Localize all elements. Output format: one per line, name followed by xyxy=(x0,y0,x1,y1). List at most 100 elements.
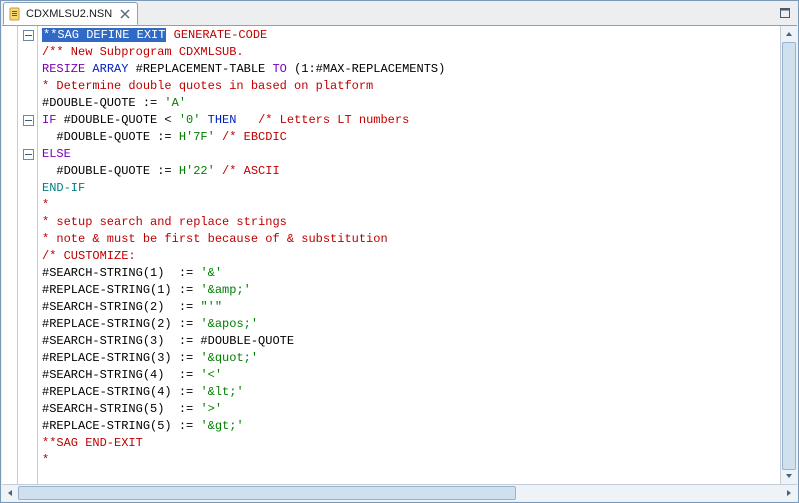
code-token xyxy=(215,130,222,144)
code-token: /* Letters LT numbers xyxy=(258,113,409,127)
code-token: H'7F' xyxy=(179,130,215,144)
code-token: (1:#MAX-REPLACEMENTS) xyxy=(287,62,445,76)
code-token: H'22' xyxy=(179,164,215,178)
code-token: #REPLACEMENT-TABLE xyxy=(128,62,272,76)
scroll-track-vertical[interactable] xyxy=(781,42,797,468)
horizontal-scrollbar[interactable] xyxy=(2,484,797,501)
code-line[interactable]: #DOUBLE-QUOTE := H'22' /* ASCII xyxy=(38,163,780,180)
code-line[interactable]: RESIZE ARRAY #REPLACEMENT-TABLE TO (1:#M… xyxy=(38,61,780,78)
code-token: '&' xyxy=(200,266,222,280)
code-line[interactable]: ELSE xyxy=(38,146,780,163)
scroll-up-icon[interactable] xyxy=(781,26,797,42)
code-token: '&amp;' xyxy=(200,283,250,297)
editor-window: CDXMLSU2.NSN **SAG DEFINE EXIT GENERATE-… xyxy=(0,0,799,503)
code-line[interactable]: IF #DOUBLE-QUOTE < '0' THEN /* Letters L… xyxy=(38,112,780,129)
code-token: /** New Subprogram CDXMLSUB. xyxy=(42,45,244,59)
code-line[interactable]: #SEARCH-STRING(4) := '<' xyxy=(38,367,780,384)
code-token: /* ASCII xyxy=(222,164,280,178)
code-line[interactable]: * xyxy=(38,197,780,214)
code-token: #SEARCH-STRING(2) := xyxy=(42,300,200,314)
code-token xyxy=(215,164,222,178)
code-token: #REPLACE-STRING(4) := xyxy=(42,385,200,399)
code-line[interactable]: /* CUSTOMIZE: xyxy=(38,248,780,265)
code-line[interactable]: #SEARCH-STRING(5) := '>' xyxy=(38,401,780,418)
code-token: '&gt;' xyxy=(200,419,243,433)
code-token: #SEARCH-STRING(5) := xyxy=(42,402,200,416)
code-line[interactable]: #REPLACE-STRING(5) := '&gt;' xyxy=(38,418,780,435)
tab-cdxmlsu2[interactable]: CDXMLSU2.NSN xyxy=(3,2,138,25)
code-token: '<' xyxy=(200,368,222,382)
scroll-thumb-vertical[interactable] xyxy=(782,42,796,470)
code-token: /* CUSTOMIZE: xyxy=(42,249,136,263)
fold-gutter[interactable] xyxy=(18,26,38,484)
code-line[interactable]: END-IF xyxy=(38,180,780,197)
code-token: END-IF xyxy=(42,181,85,195)
code-token: '&quot;' xyxy=(200,351,258,365)
code-token: "'" xyxy=(200,300,222,314)
code-line[interactable]: #REPLACE-STRING(2) := '&apos;' xyxy=(38,316,780,333)
code-token: #DOUBLE-QUOTE < xyxy=(56,113,178,127)
code-token: '&apos;' xyxy=(200,317,258,331)
code-token xyxy=(166,28,173,42)
code-token: * xyxy=(42,453,49,467)
code-token: ELSE xyxy=(42,147,71,161)
scroll-left-icon[interactable] xyxy=(2,485,18,501)
code-line[interactable]: #DOUBLE-QUOTE := H'7F' /* EBCDIC xyxy=(38,129,780,146)
close-icon[interactable] xyxy=(119,8,131,20)
code-line[interactable]: **SAG END-EXIT xyxy=(38,435,780,452)
code-line[interactable]: /** New Subprogram CDXMLSUB. xyxy=(38,44,780,61)
scroll-down-icon[interactable] xyxy=(781,468,797,484)
maximize-icon[interactable] xyxy=(776,4,794,22)
code-token: /* EBCDIC xyxy=(222,130,287,144)
file-icon xyxy=(8,7,22,21)
code-line[interactable]: * Determine double quotes in based on pl… xyxy=(38,78,780,95)
code-token: THEN xyxy=(208,113,237,127)
code-token: #SEARCH-STRING(1) := xyxy=(42,266,200,280)
code-token: #SEARCH-STRING(4) := xyxy=(42,368,200,382)
code-token: **SAG END-EXIT xyxy=(42,436,143,450)
code-token xyxy=(200,113,207,127)
fold-toggle[interactable] xyxy=(23,149,34,160)
code-token: GENERATE-CODE xyxy=(174,28,268,42)
scroll-track-horizontal[interactable] xyxy=(18,485,781,501)
code-line[interactable]: #DOUBLE-QUOTE := 'A' xyxy=(38,95,780,112)
tab-title: CDXMLSU2.NSN xyxy=(26,8,112,20)
code-token: RESIZE xyxy=(42,62,85,76)
code-token: IF xyxy=(42,113,56,127)
code-token: #DOUBLE-QUOTE := xyxy=(42,96,164,110)
code-token: #REPLACE-STRING(3) := xyxy=(42,351,200,365)
overview-ruler[interactable] xyxy=(2,26,18,484)
code-line[interactable]: #SEARCH-STRING(1) := '&' xyxy=(38,265,780,282)
code-line[interactable]: #REPLACE-STRING(1) := '&amp;' xyxy=(38,282,780,299)
code-token xyxy=(236,113,258,127)
code-line[interactable]: #REPLACE-STRING(3) := '&quot;' xyxy=(38,350,780,367)
code-line[interactable]: **SAG DEFINE EXIT GENERATE-CODE xyxy=(38,27,780,44)
code-token: 'A' xyxy=(164,96,186,110)
code-line[interactable]: * note & must be first because of & subs… xyxy=(38,231,780,248)
code-token: #SEARCH-STRING(3) := #DOUBLE-QUOTE xyxy=(42,334,294,348)
fold-toggle[interactable] xyxy=(23,115,34,126)
fold-toggle[interactable] xyxy=(23,30,34,41)
code-token: * setup search and replace strings xyxy=(42,215,287,229)
code-token: * Determine double quotes in based on pl… xyxy=(42,79,373,93)
code-line[interactable]: #SEARCH-STRING(3) := #DOUBLE-QUOTE xyxy=(38,333,780,350)
code-token: ARRAY xyxy=(92,62,128,76)
code-token: **SAG DEFINE EXIT xyxy=(42,28,166,42)
code-area[interactable]: **SAG DEFINE EXIT GENERATE-CODE/** New S… xyxy=(38,26,780,484)
view-controls xyxy=(776,4,794,22)
vertical-scrollbar[interactable] xyxy=(780,26,797,484)
code-line[interactable]: #SEARCH-STRING(2) := "'" xyxy=(38,299,780,316)
scroll-thumb-horizontal[interactable] xyxy=(18,486,516,500)
code-token: '>' xyxy=(200,402,222,416)
scroll-right-icon[interactable] xyxy=(781,485,797,501)
code-line[interactable]: * setup search and replace strings xyxy=(38,214,780,231)
code-token: #REPLACE-STRING(5) := xyxy=(42,419,200,433)
code-token: * xyxy=(42,198,49,212)
code-token: '0' xyxy=(179,113,201,127)
code-token: '&lt;' xyxy=(200,385,243,399)
code-line[interactable]: #REPLACE-STRING(4) := '&lt;' xyxy=(38,384,780,401)
code-line[interactable]: * xyxy=(38,452,780,469)
code-token: #DOUBLE-QUOTE := xyxy=(42,164,179,178)
code-token: #DOUBLE-QUOTE := xyxy=(42,130,179,144)
code-token: #REPLACE-STRING(1) := xyxy=(42,283,200,297)
